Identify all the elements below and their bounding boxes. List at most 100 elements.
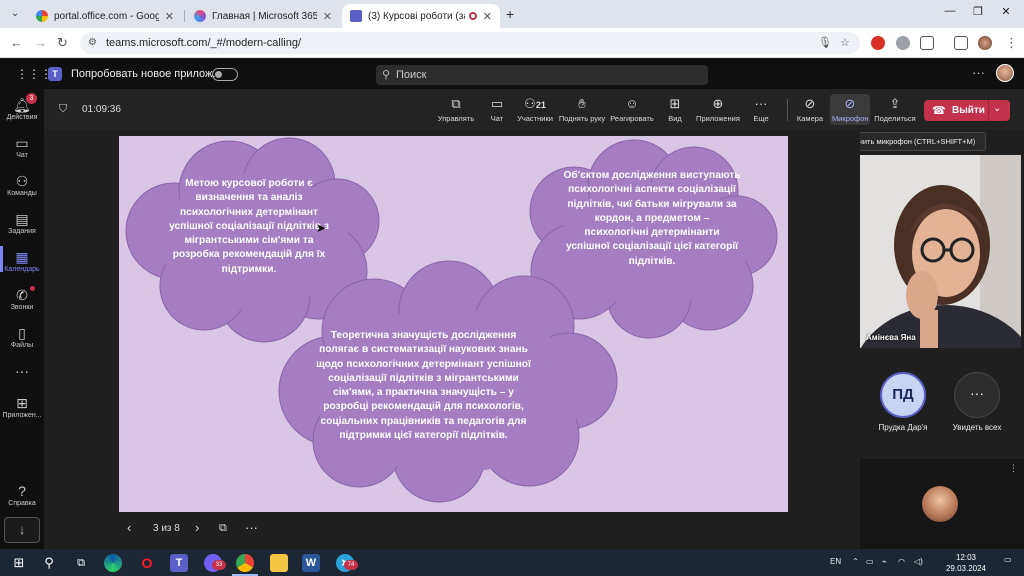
browser-tab-google[interactable]: portal.office.com - Google Sear ✕ xyxy=(28,4,182,28)
close-icon[interactable]: ✕ xyxy=(323,10,332,23)
voice-search-icon[interactable]: 🎙 xyxy=(818,36,832,49)
url-text[interactable]: teams.microsoft.com/_#/modern-calling/ xyxy=(106,37,301,49)
browser-tab-teams[interactable]: (3) Курсові роботи (захист ✕ xyxy=(342,4,500,28)
try-new-teams-toggle[interactable] xyxy=(212,68,238,81)
close-icon[interactable]: ✕ xyxy=(483,10,492,23)
chat-button[interactable]: ▭ Чат xyxy=(484,96,510,123)
mic-button[interactable]: ⊘ Микрофон xyxy=(830,94,870,125)
manage-icon: ⧉ xyxy=(451,96,461,111)
rail-item-calendar[interactable]: ▦ Календарь xyxy=(0,249,44,273)
cloud-2-text: Об'єктом дослідження виступають психолог… xyxy=(563,170,741,267)
shared-slide: Метою курсової роботи є визначення та ан… xyxy=(119,136,788,512)
close-window-icon[interactable]: ✕ xyxy=(996,5,1016,18)
viber-icon[interactable]: 33 xyxy=(204,554,226,572)
cloud-3-text: Теоретична значущість дослідження поляга… xyxy=(316,330,531,442)
puzzle-icon[interactable] xyxy=(920,36,934,50)
teams-logo-icon: T xyxy=(48,67,62,81)
teams-icon[interactable]: T xyxy=(170,554,188,572)
react-button[interactable]: ☺ Реагировать xyxy=(609,96,655,123)
rail-item-assignments[interactable]: ▤ Задания xyxy=(0,211,44,235)
raise-hand-button[interactable]: ✋︎ Поднять руку xyxy=(558,96,606,123)
more-button[interactable]: ··· Еще xyxy=(750,96,772,123)
usb-icon[interactable]: ⌁ xyxy=(882,557,887,566)
telegram-icon[interactable]: ➤ 74 xyxy=(336,554,358,572)
windows-taskbar: ⊞ ⚲ ⧉ O T 33 W ➤ 74 EN ⌃ ▭ ⌁ ◠ ◁) 12:03 … xyxy=(0,549,1024,576)
language-indicator[interactable]: EN xyxy=(830,557,841,566)
tab-search-icon[interactable]: ⌄ xyxy=(6,6,24,22)
camera-button[interactable]: ⊘ Камера xyxy=(796,96,824,123)
rail-item-files[interactable]: ▯ Файлы xyxy=(0,325,44,349)
teams-icon: ⚇ xyxy=(15,173,29,189)
url-omnibox[interactable]: ⚙ teams.microsoft.com/_#/modern-calling/… xyxy=(80,32,860,54)
try-new-teams-label: Попробовать новое прилож... xyxy=(71,68,222,80)
speaker-icon[interactable]: ◁) xyxy=(914,557,923,566)
status-dot xyxy=(30,286,35,291)
close-icon[interactable]: ✕ xyxy=(165,10,174,23)
participant-video[interactable]: Амінєва Яна xyxy=(860,155,1021,348)
forward-icon[interactable]: → xyxy=(34,35,47,50)
view-button[interactable]: ⊞ Вид xyxy=(664,96,686,123)
system-clock[interactable]: 12:03 29.03.2024 xyxy=(944,552,988,574)
slides-overview-icon[interactable]: ⧉ xyxy=(219,522,227,535)
profile-icon[interactable] xyxy=(978,36,992,50)
participants-button[interactable]: ⚇21 Участники xyxy=(514,96,556,123)
participant-name: Амінєва Яна xyxy=(866,333,916,342)
download-app-button[interactable]: ↓ xyxy=(4,517,40,543)
leave-button[interactable]: ☎ Выйти ⌄ xyxy=(924,100,1010,121)
adblock-icon[interactable] xyxy=(871,36,885,50)
see-all-button[interactable]: ··· xyxy=(954,372,1000,418)
windows-start-icon[interactable]: ⊞ xyxy=(10,554,28,572)
toolbar-divider xyxy=(787,99,788,121)
rail-item-more[interactable]: ··· xyxy=(0,363,44,379)
apps-button[interactable]: ⊕ Приложения xyxy=(694,96,742,123)
file-explorer-icon[interactable] xyxy=(270,554,288,572)
edge-icon[interactable] xyxy=(104,554,122,572)
chevron-down-icon[interactable]: ⌄ xyxy=(993,103,1001,114)
slide-more-icon[interactable]: ··· xyxy=(245,520,258,535)
search-icon[interactable]: ⚲ xyxy=(40,554,58,572)
next-slide-icon[interactable]: › xyxy=(195,520,199,535)
app-launcher-icon[interactable]: ⋮⋮⋮ xyxy=(16,67,52,81)
new-tab-button[interactable]: + xyxy=(506,6,514,22)
meeting-timer: 01:09:36 xyxy=(82,104,121,115)
search-icon: ⚲ xyxy=(382,69,391,81)
wifi-icon[interactable]: ◠ xyxy=(898,557,905,566)
rail-item-calls[interactable]: ✆ Звонки xyxy=(0,286,44,311)
bookmark-star-icon[interactable]: ☆ xyxy=(840,36,850,49)
task-view-icon[interactable]: ⧉ xyxy=(72,554,90,572)
sidepanel-icon[interactable] xyxy=(954,36,968,50)
rail-item-activity[interactable]: 🔔︎ Действия 3 xyxy=(0,93,44,121)
rail-item-teams[interactable]: ⚇ Команды xyxy=(0,173,44,197)
mic-off-icon: ⊘ xyxy=(844,96,856,111)
chevron-up-icon[interactable]: ⌃ xyxy=(852,557,859,566)
site-info-icon[interactable]: ⚙ xyxy=(88,37,97,48)
reload-icon[interactable]: ↻ xyxy=(57,35,68,51)
see-all-label: Увидеть всех xyxy=(952,423,1002,432)
manage-button[interactable]: ⧉ Управлять xyxy=(436,96,476,123)
search-input[interactable]: ⚲ Поиск xyxy=(376,65,708,85)
notifications-icon[interactable]: ▭ xyxy=(1004,555,1012,564)
prev-slide-icon[interactable]: ‹ xyxy=(127,520,131,535)
battery-icon[interactable]: ▭ xyxy=(866,557,874,566)
kebab-icon[interactable]: ⋮ xyxy=(1005,35,1018,51)
maximize-icon[interactable]: ❐ xyxy=(968,5,988,18)
teams-header: ⋮⋮⋮ T Попробовать новое прилож... ⚲ Поис… xyxy=(0,59,1024,89)
rail-item-help[interactable]: ? Справка xyxy=(0,483,44,507)
participant-avatar-pd[interactable]: ПД xyxy=(880,372,926,418)
minimize-icon[interactable]: — xyxy=(940,5,960,17)
browser-tab-m365[interactable]: Главная | Microsoft 365 ✕ xyxy=(186,4,340,28)
hangup-icon: ☎ xyxy=(932,105,946,117)
rail-item-apps[interactable]: ⊞ Приложен... xyxy=(0,395,44,419)
share-button[interactable]: ⇪ Поделиться xyxy=(874,96,916,123)
opera-icon[interactable]: O xyxy=(138,554,156,572)
more-icon[interactable]: ⋮ xyxy=(1009,463,1018,474)
avatar[interactable] xyxy=(996,64,1014,82)
globe-icon[interactable] xyxy=(896,36,910,50)
chrome-icon[interactable] xyxy=(236,554,254,572)
more-icon: ··· xyxy=(970,385,984,401)
rail-item-chat[interactable]: ▭ Чат xyxy=(0,135,44,159)
back-icon[interactable]: ← xyxy=(10,35,23,50)
calendar-icon: ▦ xyxy=(15,249,29,265)
word-icon[interactable]: W xyxy=(302,554,320,572)
more-options-icon[interactable]: ··· xyxy=(972,65,985,80)
